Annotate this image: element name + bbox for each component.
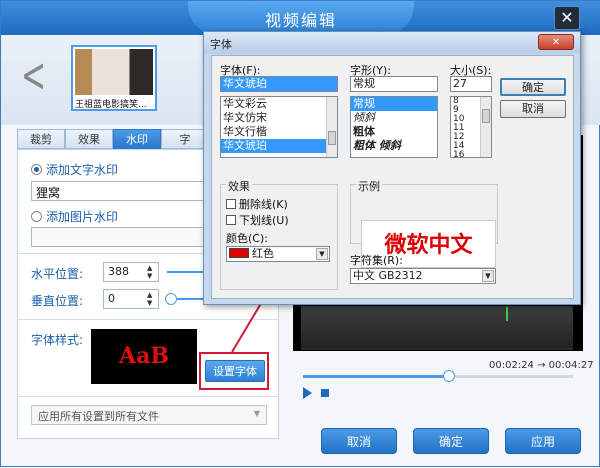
charset-select[interactable]: 中文 GB2312 ▼ <box>350 268 496 284</box>
font-option[interactable]: 华文仿宋 <box>221 111 337 125</box>
size-list-scrollbar[interactable] <box>480 97 491 157</box>
style-option[interactable]: 粗体 倾斜 <box>351 139 437 153</box>
style-option[interactable]: 粗体 <box>351 125 437 139</box>
size-input[interactable]: 27 <box>450 76 492 92</box>
effects-label: 效果 <box>226 178 252 194</box>
font-input[interactable]: 华文琥珀 <box>220 76 338 92</box>
dialog-cancel-button[interactable]: 取消 <box>500 100 566 118</box>
checkbox-icon <box>226 215 236 225</box>
charset-label: 字符集(R): <box>350 254 403 267</box>
style-list[interactable]: 常规 倾斜 粗体 粗体 倾斜 <box>350 96 438 158</box>
underline-checkbox[interactable]: 下划线(U) <box>226 212 289 228</box>
underline-label: 下划线(U) <box>239 214 289 227</box>
dialog-ok-button[interactable]: 确定 <box>500 78 566 96</box>
style-option-selected[interactable]: 常规 <box>351 97 437 111</box>
chevron-down-icon: ▼ <box>316 248 328 260</box>
color-select[interactable]: 红色 ▼ <box>226 246 330 262</box>
style-input[interactable]: 常规 <box>350 76 438 92</box>
color-value: 红色 <box>252 247 274 260</box>
dialog-close-button[interactable]: ✕ <box>538 34 574 50</box>
video-edit-window: 视频编辑 ✕ < 王祖蓝电影搞笑... 裁剪 效果 水印 字 添加文字水印 狸窝… <box>0 0 600 467</box>
font-option[interactable]: 华文行楷 <box>221 125 337 139</box>
style-option[interactable]: 倾斜 <box>351 111 437 125</box>
dialog-body: 字体(F): 华文琥珀 华文彩云 华文仿宋 华文行楷 华文琥珀 字形(Y): 常… <box>211 55 574 299</box>
font-dialog: 字体 ✕ 字体(F): 华文琥珀 华文彩云 华文仿宋 华文行楷 华文琥珀 字形(… <box>203 31 581 305</box>
font-option-selected[interactable]: 华文琥珀 <box>221 139 337 153</box>
sample-label: 示例 <box>356 178 382 194</box>
strikeout-label: 删除线(K) <box>239 198 288 211</box>
charset-value: 中文 GB2312 <box>353 269 423 282</box>
font-option[interactable]: 华文彩云 <box>221 97 337 111</box>
dialog-titlebar <box>204 32 580 54</box>
scroll-thumb[interactable] <box>328 131 336 145</box>
strikeout-checkbox[interactable]: 删除线(K) <box>226 196 288 212</box>
size-list[interactable]: 8 9 10 11 12 14 16 <box>450 96 492 158</box>
scroll-thumb[interactable] <box>482 109 490 123</box>
dialog-title: 字体 <box>210 38 232 51</box>
color-label: 颜色(C): <box>226 232 268 245</box>
chevron-down-icon: ▼ <box>482 270 494 282</box>
checkbox-icon <box>226 199 236 209</box>
font-list[interactable]: 华文彩云 华文仿宋 华文行楷 华文琥珀 <box>220 96 338 158</box>
font-list-scrollbar[interactable] <box>326 97 337 157</box>
color-swatch <box>229 248 249 258</box>
